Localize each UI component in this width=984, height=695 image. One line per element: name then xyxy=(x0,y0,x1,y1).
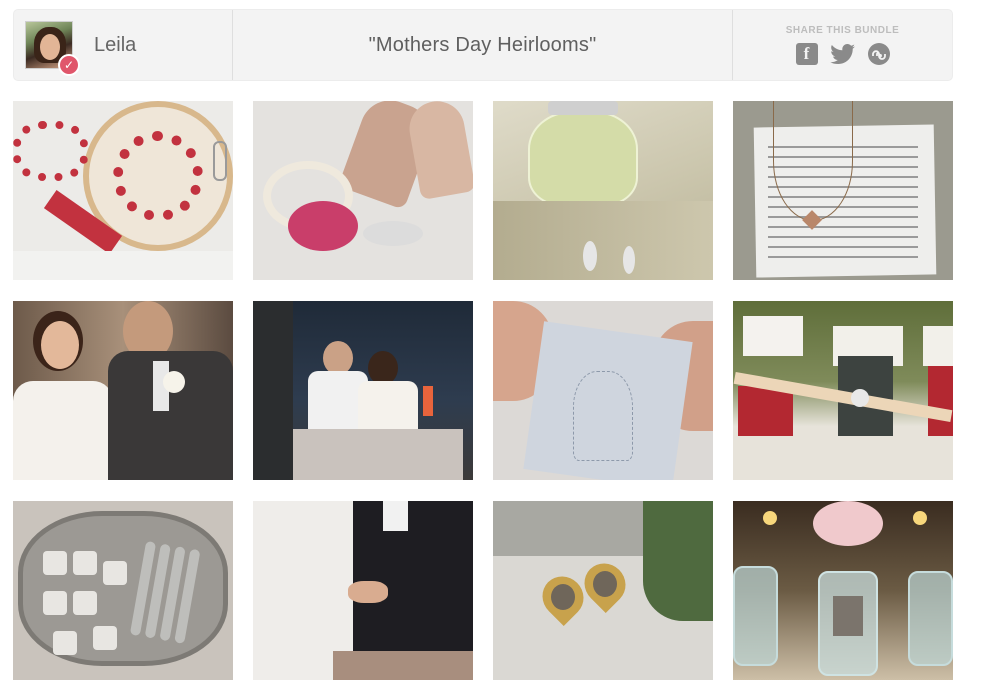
rose-heels-garter-photo xyxy=(253,101,473,280)
handkerchief-photo xyxy=(493,301,713,480)
user-section: ✓ Leila xyxy=(14,10,233,80)
share-icons: f xyxy=(795,43,890,65)
necklace-letter-photo xyxy=(733,101,953,280)
bundle-title: "Mothers Day Heirlooms" xyxy=(368,33,597,56)
photo-tile[interactable] xyxy=(253,301,473,480)
photo-tile[interactable] xyxy=(13,301,233,480)
stumbleupon-icon[interactable] xyxy=(867,43,890,65)
mason-jar-photos-photo xyxy=(733,501,953,680)
embroidery-hoop-photo xyxy=(13,101,233,280)
title-section: "Mothers Day Heirlooms" xyxy=(233,10,733,80)
twitter-icon[interactable] xyxy=(829,43,856,65)
facebook-icon[interactable]: f xyxy=(795,43,818,65)
photo-tile[interactable] xyxy=(13,101,233,280)
share-label: SHARE THIS BUNDLE xyxy=(785,25,900,36)
avatar[interactable]: ✓ xyxy=(25,21,80,76)
photo-tile[interactable] xyxy=(493,301,713,480)
bundle-header: ✓ Leila "Mothers Day Heirlooms" SHARE TH… xyxy=(13,9,953,81)
username[interactable]: Leila xyxy=(94,34,136,57)
reception-table-photo xyxy=(253,301,473,480)
photo-tile[interactable] xyxy=(253,501,473,680)
chanel-perfume-earrings-photo xyxy=(493,101,713,280)
photo-tile[interactable] xyxy=(13,501,233,680)
share-section: SHARE THIS BUNDLE f xyxy=(733,10,952,80)
bride-groom-seated-photo xyxy=(253,501,473,680)
photo-tile[interactable] xyxy=(733,301,953,480)
photo-tile[interactable] xyxy=(493,101,713,280)
bouquet-locket-photo xyxy=(493,501,713,680)
photo-tile[interactable] xyxy=(493,501,713,680)
photo-tile[interactable] xyxy=(733,101,953,280)
book-brooch-escort-cards-photo xyxy=(733,301,953,480)
photo-tile[interactable] xyxy=(253,101,473,280)
silver-tray-spoons-photo xyxy=(13,501,233,680)
photo-tile[interactable] xyxy=(733,501,953,680)
check-badge-icon: ✓ xyxy=(58,54,80,76)
couple-toast-photo xyxy=(13,301,233,480)
